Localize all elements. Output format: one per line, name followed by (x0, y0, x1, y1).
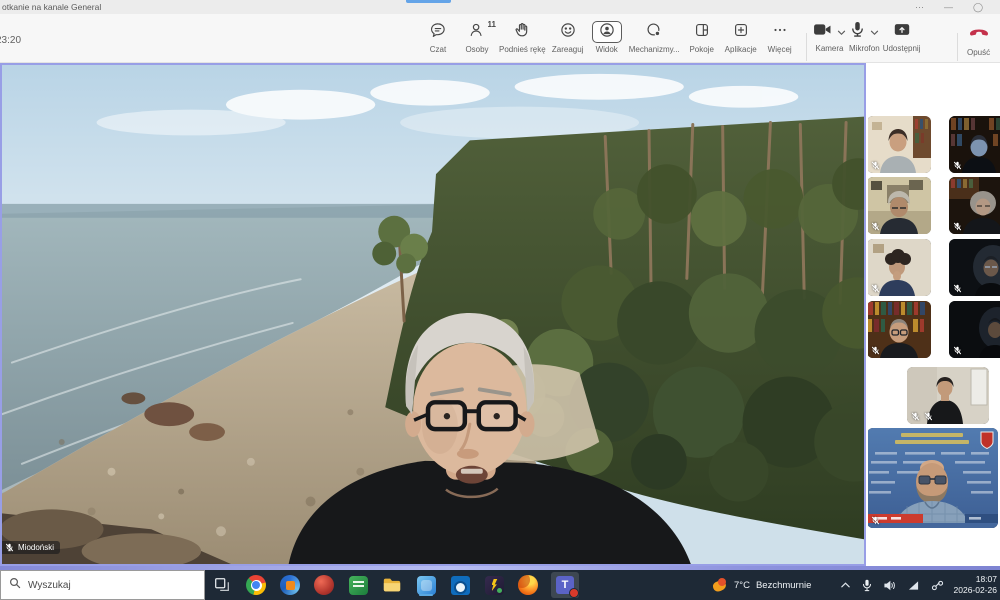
toolbar-separator (806, 33, 807, 61)
teams-icon[interactable]: T (551, 572, 579, 598)
raise-hand-icon (513, 21, 531, 44)
participant-tile[interactable] (949, 116, 1000, 173)
weather-icon (712, 577, 728, 593)
people-icon: 11 (468, 21, 486, 44)
hangup-icon (968, 23, 990, 46)
participant-tile[interactable] (868, 177, 931, 234)
running-indicator (419, 594, 433, 596)
windows-taskbar: T 7°C Bezchmurnie 18:07 2026-02-26 (0, 570, 1000, 600)
clock-time: 18:07 (976, 574, 997, 585)
system-tray (840, 570, 944, 600)
microphone-button[interactable]: Mikrofon (849, 23, 880, 53)
window-close-button[interactable]: ◯ (963, 2, 993, 13)
main-video-feed (2, 65, 864, 564)
rooms-button[interactable]: Pokoje (685, 21, 719, 54)
teams-notification-badge (569, 588, 579, 598)
chrome-icon[interactable] (245, 574, 267, 596)
mic-muted-icon (953, 161, 962, 170)
participant-tile[interactable] (868, 116, 931, 173)
meeting-timer: 23:20 (0, 35, 21, 46)
camera-icon (813, 22, 832, 42)
tray-microphone-icon[interactable] (862, 579, 872, 592)
tray-network-icon[interactable] (907, 580, 920, 591)
share-screen-icon (893, 22, 911, 42)
participant-tile[interactable] (949, 239, 1000, 296)
window-title: otkanie na kanale General (2, 2, 101, 12)
participant-tile[interactable] (949, 301, 1000, 358)
meeting-toolbar: 23:20 Czat 11 Osoby Podnieś rękę Zareagu… (0, 14, 1000, 63)
sync-app-icon[interactable] (279, 574, 301, 596)
microphone-chevron-icon[interactable] (870, 23, 879, 41)
device-button-group: Kamera Mikrofon Udostępnij (813, 23, 921, 53)
people-button[interactable]: 11 Osoby (460, 21, 494, 54)
mic-muted-icon (871, 222, 880, 231)
toolbar-button-group: Czat 11 Osoby Podnieś rękę Zareaguj Wido… (421, 21, 797, 54)
tray-connectivity-icon[interactable] (931, 580, 944, 591)
chat-button[interactable]: Czat (421, 21, 455, 54)
firefox-icon[interactable] (517, 574, 539, 596)
mic-muted-icon (5, 543, 14, 552)
mic-muted-icon (871, 516, 880, 525)
participants-sidebar (868, 63, 1000, 566)
mic-muted-icon (871, 161, 880, 170)
mic-muted-icon (911, 412, 920, 421)
main-video-stage[interactable]: Miodoński (0, 63, 866, 566)
taskbar-apps: T (207, 570, 579, 600)
clock-date: 2026-02-26 (954, 585, 997, 596)
bolt-app-icon[interactable] (483, 574, 505, 596)
window-more-button[interactable]: ⋯ (905, 2, 934, 13)
search-icon (9, 576, 21, 594)
view-icon (598, 21, 616, 44)
window-minimize-button[interactable]: — (934, 2, 963, 12)
participant-tile[interactable] (868, 239, 931, 296)
window-controls: ⋯ — ◯ (905, 0, 993, 14)
blue-store-app-icon[interactable] (415, 574, 437, 596)
react-button[interactable]: Zareaguj (551, 21, 585, 54)
more-button[interactable]: Więcej (763, 21, 797, 54)
camera-button[interactable]: Kamera (813, 23, 846, 53)
tray-volume-icon[interactable] (883, 580, 896, 591)
apps-plus-icon (732, 21, 750, 44)
camera-chevron-icon[interactable] (837, 23, 846, 41)
participant-tile[interactable] (949, 177, 1000, 234)
task-view-icon[interactable] (211, 574, 233, 596)
view-button[interactable]: Widok (590, 21, 624, 54)
taskbar-search[interactable] (0, 570, 205, 600)
raise-hand-button[interactable]: Podnieś rękę (499, 21, 546, 54)
mic-muted-icon (871, 346, 880, 355)
participant-count-badge: 11 (488, 20, 496, 29)
mic-muted-icon (953, 346, 962, 355)
participant-tile[interactable] (868, 301, 931, 358)
green-office-app-icon[interactable] (347, 574, 369, 596)
participant-tile-presenter[interactable] (868, 428, 998, 528)
tray-chevron-up-icon[interactable] (840, 581, 851, 589)
apps-button[interactable]: Aplikacje (724, 21, 758, 54)
mic-muted-icon (953, 284, 962, 293)
rooms-icon (693, 21, 711, 44)
chat-icon (429, 21, 447, 44)
active-tab-indicator (406, 0, 451, 3)
taskbar-weather[interactable]: 7°C Bezchmurnie (712, 570, 811, 600)
toolbar-separator-2 (957, 33, 958, 61)
taskbar-clock[interactable]: 18:07 2026-02-26 (954, 570, 997, 600)
mechanisms-button[interactable]: Mechanizmy... (629, 21, 680, 54)
weather-condition: Bezchmurnie (756, 580, 811, 591)
outlook-icon[interactable] (449, 574, 471, 596)
red-circle-app-icon[interactable] (313, 574, 335, 596)
weather-temperature: 7°C (734, 580, 750, 591)
share-button[interactable]: Udostępnij (883, 23, 921, 53)
search-input[interactable] (28, 580, 178, 591)
participant-tile[interactable] (907, 367, 989, 424)
file-explorer-icon[interactable] (381, 574, 403, 596)
mic-muted-icon (871, 284, 880, 293)
react-smiley-icon (559, 21, 577, 44)
more-ellipsis-icon (771, 21, 789, 44)
mechanisms-icon (645, 21, 663, 44)
speaker-name-label: Miodoński (2, 541, 60, 554)
mic-muted-icon (924, 412, 933, 421)
window-title-bar: otkanie na kanale General ⋯ — ◯ (0, 0, 1000, 14)
mic-muted-icon (953, 222, 962, 231)
microphone-icon (850, 21, 865, 43)
leave-button[interactable]: Opuść (967, 23, 990, 57)
